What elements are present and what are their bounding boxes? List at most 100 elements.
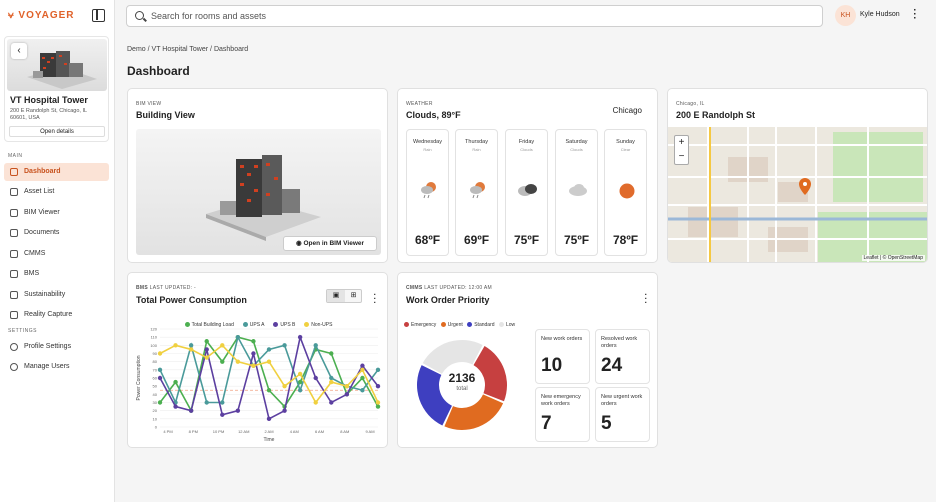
y-tick-label: 20 <box>153 408 158 413</box>
globe-icon <box>10 363 18 371</box>
sidebar-item-cmms[interactable]: CMMS <box>4 245 109 263</box>
zoom-in-button[interactable]: + <box>675 136 688 150</box>
map-attribution[interactable]: Leaflet | © OpenStreetMap <box>861 255 925 261</box>
sidebar-item-sustainability[interactable]: Sustainability <box>4 286 109 304</box>
data-point[interactable] <box>173 404 178 409</box>
data-point[interactable] <box>360 375 365 381</box>
sidebar-item-profile-settings[interactable]: Profile Settings <box>4 338 109 356</box>
data-point[interactable] <box>297 371 303 377</box>
data-point[interactable] <box>375 404 381 409</box>
data-point[interactable] <box>173 379 178 385</box>
data-point[interactable] <box>266 388 272 393</box>
data-point[interactable] <box>173 343 178 348</box>
user-name[interactable]: Kyle Hudson <box>860 11 900 18</box>
data-point[interactable] <box>157 351 163 356</box>
y-tick-label: 0 <box>155 425 158 430</box>
data-point[interactable] <box>204 400 209 405</box>
data-point[interactable] <box>251 351 256 356</box>
sidebar-item-label: Documents <box>24 229 60 236</box>
data-point[interactable] <box>251 363 256 368</box>
forecast-day: Thursday Rain 69ºF <box>455 129 498 256</box>
data-point[interactable] <box>188 343 194 348</box>
data-point[interactable] <box>251 339 256 344</box>
data-point[interactable] <box>297 334 303 340</box>
zoom-out-button[interactable]: − <box>675 150 688 164</box>
card-tag: CMMS LAST UPDATED: 12:00 AM <box>406 285 492 291</box>
voyager-logo[interactable]: ⩝ VOYAGER <box>8 10 75 21</box>
data-point[interactable] <box>313 343 318 348</box>
data-point[interactable] <box>220 343 225 348</box>
card-menu-icon[interactable]: · · · <box>373 291 377 307</box>
sidebar-item-label: Sustainability <box>24 291 66 298</box>
data-point[interactable] <box>329 351 334 356</box>
open-bim-viewer-button[interactable]: ◉ Open in BIM Viewer <box>283 236 377 251</box>
data-point[interactable] <box>344 383 350 389</box>
data-point[interactable] <box>235 408 241 413</box>
data-point[interactable] <box>313 375 318 381</box>
data-point[interactable] <box>235 359 241 364</box>
data-point[interactable] <box>188 408 194 413</box>
x-tick-label: 8 AM <box>340 429 349 434</box>
data-point[interactable] <box>375 367 381 373</box>
data-point[interactable] <box>157 367 163 373</box>
data-point[interactable] <box>360 363 365 368</box>
sidebar-item-manage-users[interactable]: Manage Users <box>4 358 109 376</box>
sidebar-toggle-icon[interactable] <box>92 9 105 22</box>
data-point[interactable] <box>360 367 365 373</box>
day-condition: Rain <box>423 147 432 152</box>
data-point[interactable] <box>204 355 209 360</box>
sidebar-item-label: Asset List <box>24 188 55 195</box>
card-menu-icon[interactable]: · · · <box>644 291 648 307</box>
data-point[interactable] <box>375 383 381 389</box>
data-point[interactable] <box>360 388 365 393</box>
more-menu-icon[interactable]: · · · <box>913 6 917 24</box>
table-view-icon[interactable]: ⊞ <box>345 290 362 302</box>
back-button[interactable]: ‹ <box>11 43 27 59</box>
search-input[interactable]: Search for rooms and assets <box>126 5 823 27</box>
data-point[interactable] <box>157 375 163 381</box>
open-details-button[interactable]: Open details <box>9 126 105 137</box>
data-point[interactable] <box>204 347 209 352</box>
data-point[interactable] <box>313 400 318 405</box>
sidebar-item-dashboard[interactable]: Dashboard <box>4 163 109 181</box>
data-point[interactable] <box>282 343 287 348</box>
data-point[interactable] <box>266 416 272 422</box>
data-point[interactable] <box>329 375 334 381</box>
stat-new-emergency-work-orders[interactable]: New emergency work orders 7 <box>535 387 590 442</box>
data-point[interactable] <box>220 400 225 405</box>
data-point[interactable] <box>375 400 381 405</box>
data-point[interactable] <box>220 359 225 364</box>
donut-slice[interactable] <box>422 340 483 374</box>
street-map[interactable] <box>668 127 928 263</box>
y-tick-label: 110 <box>151 335 158 340</box>
sidebar-item-documents[interactable]: Documents <box>4 224 109 242</box>
data-point[interactable] <box>329 400 334 405</box>
donut-slice[interactable] <box>444 394 504 430</box>
data-point[interactable] <box>157 400 163 405</box>
breadcrumb-building[interactable]: VT Hospital Tower <box>152 46 209 53</box>
data-point[interactable] <box>282 383 287 389</box>
stat-new-urgent-work-orders[interactable]: New urgent work orders 5 <box>595 387 650 442</box>
data-point[interactable] <box>266 359 272 364</box>
data-point[interactable] <box>266 347 272 352</box>
data-point[interactable] <box>220 412 225 417</box>
data-point[interactable] <box>297 388 303 393</box>
sidebar-item-bms[interactable]: BMS <box>4 265 109 283</box>
breadcrumb-demo[interactable]: Demo <box>127 46 146 53</box>
sidebar-item-bim-viewer[interactable]: BIM Viewer <box>4 204 109 222</box>
day-name: Saturday <box>565 139 588 145</box>
sidebar-item-reality-capture[interactable]: Reality Capture <box>4 306 109 324</box>
data-point[interactable] <box>329 379 334 385</box>
data-point[interactable] <box>204 339 209 344</box>
stat-new-work-orders[interactable]: New work orders 10 <box>535 329 590 384</box>
sidebar-item-asset-list[interactable]: Asset List <box>4 183 109 201</box>
avatar[interactable]: KH <box>835 5 856 26</box>
stat-resolved-work-orders[interactable]: Resolved work orders 24 <box>595 329 650 384</box>
data-point[interactable] <box>235 334 241 340</box>
button-label: Open in BIM Viewer <box>303 240 365 247</box>
chart-view-icon[interactable]: ▣ <box>327 290 345 302</box>
data-point[interactable] <box>344 392 350 397</box>
data-point[interactable] <box>188 347 194 352</box>
bim-viewport[interactable]: ◉ Open in BIM Viewer <box>136 129 381 255</box>
data-point[interactable] <box>282 408 287 413</box>
